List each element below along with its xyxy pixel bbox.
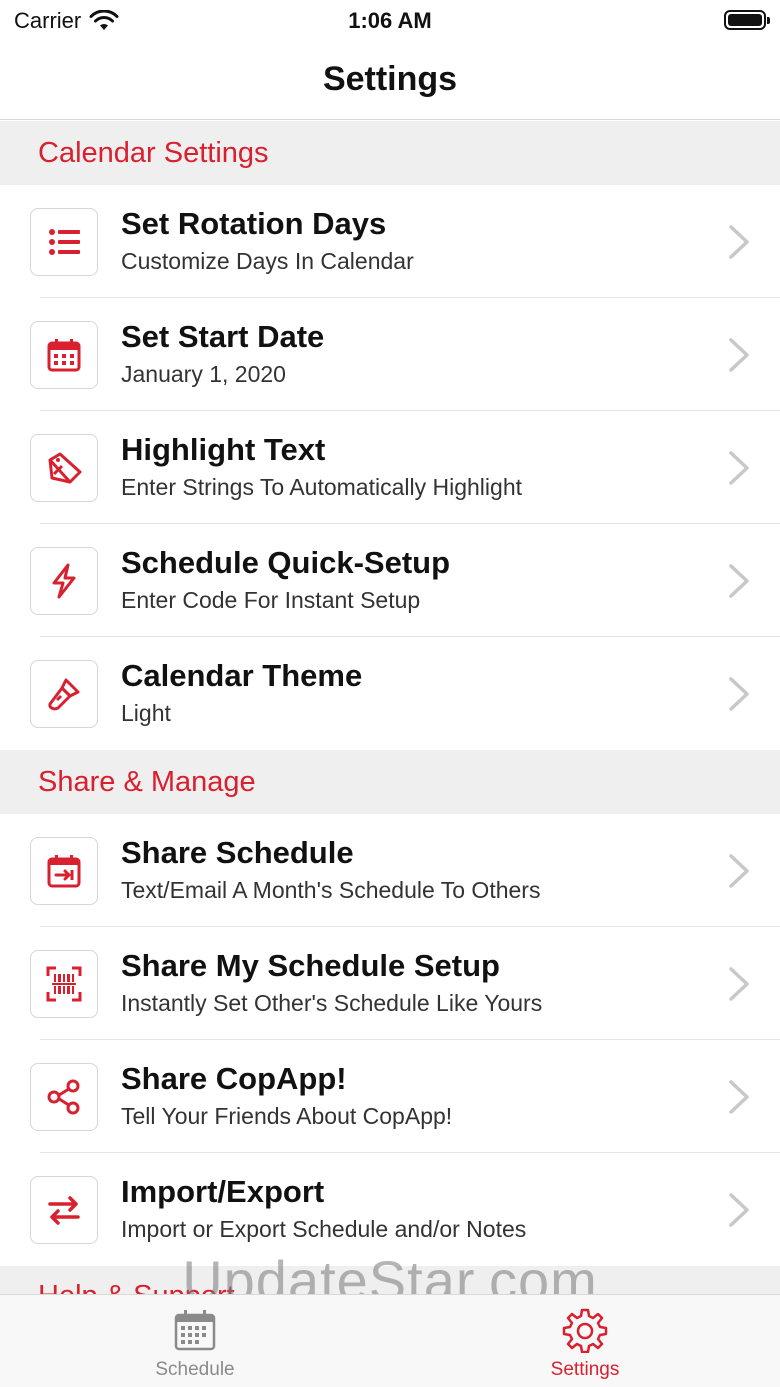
tab-settings[interactable]: Settings bbox=[390, 1295, 780, 1387]
row-title: Highlight Text bbox=[121, 432, 326, 467]
barcode-scan-icon bbox=[46, 966, 82, 1002]
gear-icon bbox=[562, 1308, 608, 1353]
section-header-help-support: Help & Support bbox=[0, 1266, 780, 1294]
chevron-right-icon bbox=[729, 967, 749, 1001]
row-title: Share Schedule bbox=[121, 835, 354, 870]
row-subtitle: Instantly Set Other's Schedule Like Your… bbox=[121, 990, 543, 1016]
chevron-right-icon bbox=[729, 451, 749, 485]
calendar-grid-icon bbox=[174, 1310, 216, 1351]
settings-row-highlight-text[interactable]: Highlight Text Enter Strings To Automati… bbox=[0, 411, 780, 524]
settings-row-share-schedule[interactable]: Share Schedule Text/Email A Month's Sche… bbox=[0, 814, 780, 927]
row-title: Share CopApp! bbox=[121, 1061, 347, 1096]
chevron-right-icon bbox=[729, 854, 749, 888]
tab-label: Settings bbox=[550, 1359, 620, 1380]
navigation-bar: Settings bbox=[0, 40, 780, 120]
list-icon bbox=[49, 229, 80, 255]
row-subtitle: Import or Export Schedule and/or Notes bbox=[121, 1216, 527, 1242]
settings-list[interactable]: Calendar Settings Set Rotation Days Cust… bbox=[0, 121, 780, 1294]
row-subtitle: Enter Strings To Automatically Highlight bbox=[121, 474, 522, 500]
row-title: Calendar Theme bbox=[121, 658, 363, 693]
tab-bar: Schedule Settings bbox=[0, 1294, 780, 1387]
share-icon bbox=[47, 1079, 80, 1115]
tab-label: Schedule bbox=[155, 1359, 235, 1380]
row-subtitle: Tell Your Friends About CopApp! bbox=[121, 1103, 453, 1129]
chevron-right-icon bbox=[729, 677, 749, 711]
chevron-right-icon bbox=[729, 1080, 749, 1114]
section-header-share-manage: Share & Manage bbox=[0, 750, 780, 814]
chevron-right-icon bbox=[729, 564, 749, 598]
bolt-icon bbox=[52, 563, 76, 599]
calendar-icon bbox=[47, 339, 81, 372]
settings-row-set-start-date[interactable]: Set Start Date January 1, 2020 bbox=[0, 298, 780, 411]
row-subtitle: January 1, 2020 bbox=[121, 361, 286, 387]
section-header-label: Help & Support bbox=[38, 1280, 235, 1294]
row-title: Set Rotation Days bbox=[121, 206, 387, 241]
settings-row-share-copapp[interactable]: Share CopApp! Tell Your Friends About Co… bbox=[0, 1040, 780, 1153]
settings-row-calendar-theme[interactable]: Calendar Theme Light bbox=[0, 637, 780, 750]
row-title: Import/Export bbox=[121, 1174, 325, 1209]
settings-row-set-rotation-days[interactable]: Set Rotation Days Customize Days In Cale… bbox=[0, 185, 780, 298]
page-title: Settings bbox=[322, 60, 458, 98]
calendar-export-icon bbox=[47, 855, 81, 888]
tab-schedule[interactable]: Schedule bbox=[0, 1295, 390, 1387]
row-title: Schedule Quick-Setup bbox=[121, 545, 451, 580]
swap-arrows-icon bbox=[48, 1196, 80, 1225]
row-subtitle: Light bbox=[121, 700, 171, 726]
brush-icon bbox=[48, 678, 80, 711]
status-time: 1:06 AM bbox=[348, 8, 432, 33]
row-subtitle: Customize Days In Calendar bbox=[121, 248, 414, 274]
row-title: Set Start Date bbox=[121, 319, 325, 354]
section-header-calendar-settings: Calendar Settings bbox=[0, 121, 780, 185]
settings-row-schedule-quick-setup[interactable]: Schedule Quick-Setup Enter Code For Inst… bbox=[0, 524, 780, 637]
settings-row-import-export[interactable]: Import/Export Import or Export Schedule … bbox=[0, 1153, 780, 1266]
row-subtitle: Text/Email A Month's Schedule To Others bbox=[121, 877, 541, 903]
status-bar: Carrier 1:06 AM bbox=[0, 0, 780, 40]
row-title: Share My Schedule Setup bbox=[121, 948, 500, 983]
highlighter-icon bbox=[48, 452, 82, 484]
battery-icon bbox=[724, 10, 770, 30]
chevron-right-icon bbox=[729, 225, 749, 259]
settings-row-share-my-schedule-setup[interactable]: Share My Schedule Setup Instantly Set Ot… bbox=[0, 927, 780, 1040]
chevron-right-icon bbox=[729, 338, 749, 372]
row-subtitle: Enter Code For Instant Setup bbox=[121, 587, 421, 613]
chevron-right-icon bbox=[729, 1193, 749, 1227]
